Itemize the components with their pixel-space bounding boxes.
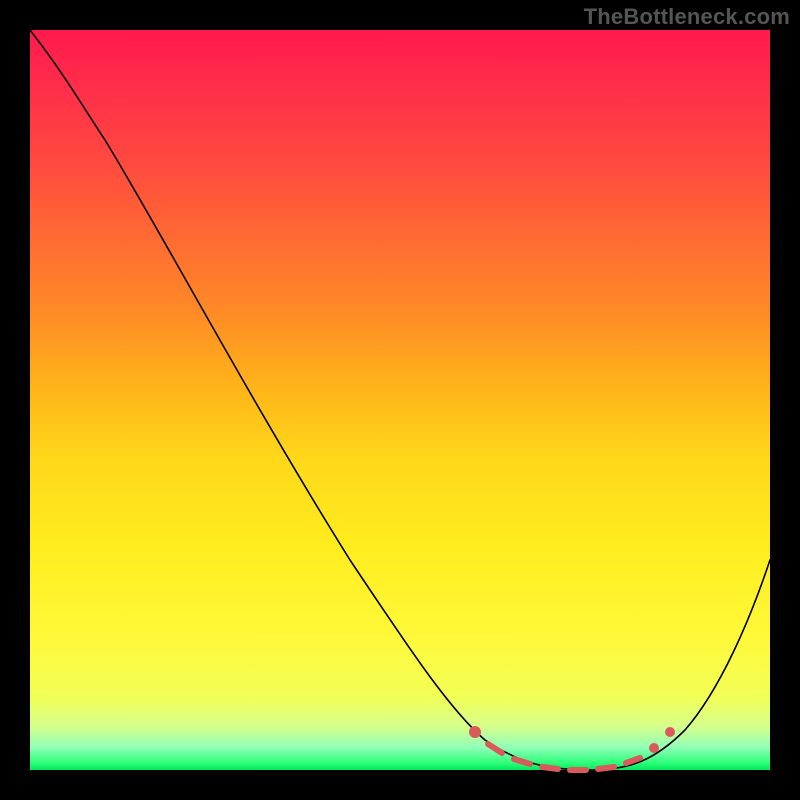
chart-frame: TheBottleneck.com — [0, 0, 800, 800]
plot-area — [30, 30, 770, 770]
optimal-range-marker — [469, 726, 675, 770]
bottleneck-curve — [30, 30, 770, 770]
chart-svg — [30, 30, 770, 770]
watermark-text: TheBottleneck.com — [584, 4, 790, 30]
